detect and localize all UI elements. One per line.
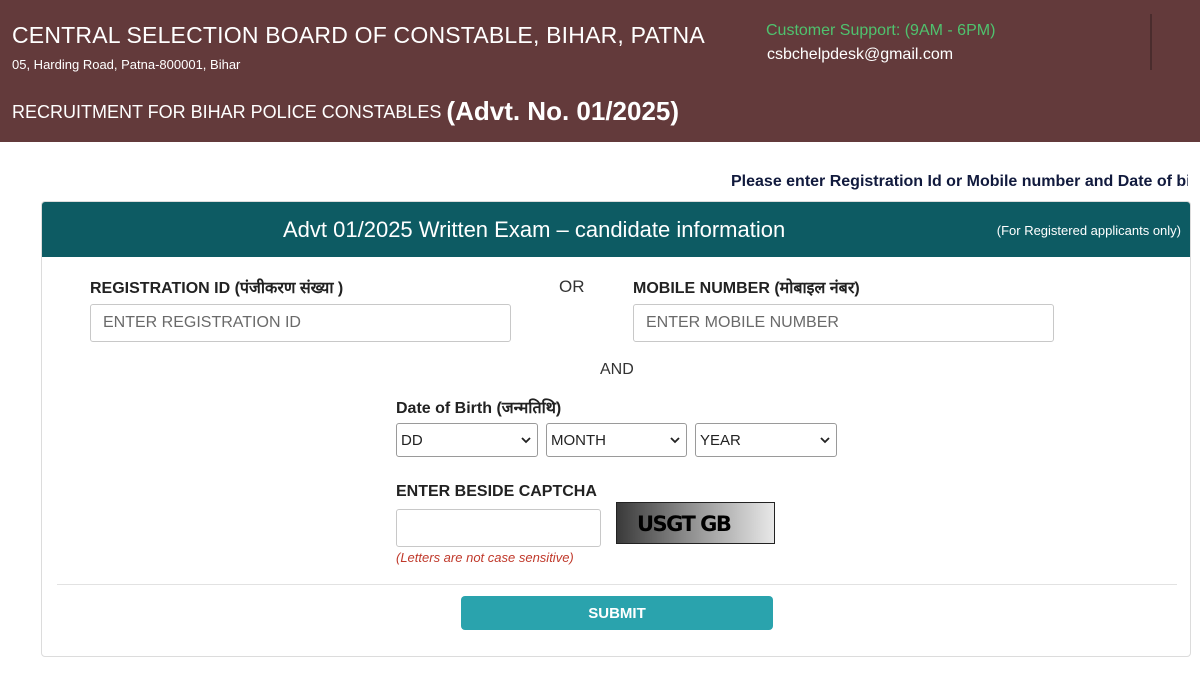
recruitment-heading: RECRUITMENT FOR BIHAR POLICE CONSTABLES …: [12, 96, 679, 127]
captcha-label: ENTER BESIDE CAPTCHA: [396, 483, 597, 500]
captcha-input[interactable]: [396, 509, 601, 547]
form-divider: [57, 584, 1177, 585]
mobile-number-label: MOBILE NUMBER (मोबाइल नंबर): [633, 280, 860, 297]
submit-button[interactable]: SUBMIT: [461, 596, 773, 630]
registration-id-label: REGISTRATION ID (पंजीकरण संख्या ): [90, 280, 344, 297]
captcha-image: USGT GB: [616, 502, 775, 544]
instruction-marquee: Please enter Registration Id or Mobile n…: [0, 170, 1188, 196]
form-title: Advt 01/2025 Written Exam – candidate in…: [283, 217, 786, 242]
mobile-number-input[interactable]: [633, 304, 1054, 342]
marquee-text: Please enter Registration Id or Mobile n…: [731, 173, 1188, 190]
captcha-hint: (Letters are not case sensitive): [396, 550, 574, 565]
dob-year-select[interactable]: YEAR: [695, 423, 837, 457]
header-divider: [1150, 14, 1152, 70]
advt-number: (Advt. No. 01/2025): [446, 96, 680, 126]
dob-day-select[interactable]: DD: [396, 423, 538, 457]
captcha-image-text: USGT GB: [637, 512, 732, 536]
chevron-down-icon: [670, 437, 680, 444]
dob-day-value: DD: [401, 432, 423, 449]
dob-month-select[interactable]: MONTH: [546, 423, 687, 457]
dob-month-value: MONTH: [551, 432, 606, 449]
support-email[interactable]: csbchelpdesk@gmail.com: [767, 46, 953, 64]
chevron-down-icon: [521, 437, 531, 444]
or-separator: OR: [559, 277, 585, 296]
form-header: Advt 01/2025 Written Exam – candidate in…: [42, 202, 1190, 257]
org-title: CENTRAL SELECTION BOARD OF CONSTABLE, BI…: [12, 22, 705, 48]
and-separator: AND: [600, 361, 634, 378]
org-address: 05, Harding Road, Patna-800001, Bihar: [12, 57, 241, 72]
site-header: CENTRAL SELECTION BOARD OF CONSTABLE, BI…: [0, 0, 1200, 142]
support-hours: Customer Support: (9AM - 6PM): [766, 22, 996, 39]
form-note: (For Registered applicants only): [996, 223, 1181, 238]
registration-id-input[interactable]: [90, 304, 511, 342]
dob-label: Date of Birth (जन्मतिथि): [396, 400, 562, 417]
recruitment-text: RECRUITMENT FOR BIHAR POLICE CONSTABLES: [12, 102, 442, 122]
dob-year-value: YEAR: [700, 432, 741, 449]
chevron-down-icon: [820, 437, 830, 444]
